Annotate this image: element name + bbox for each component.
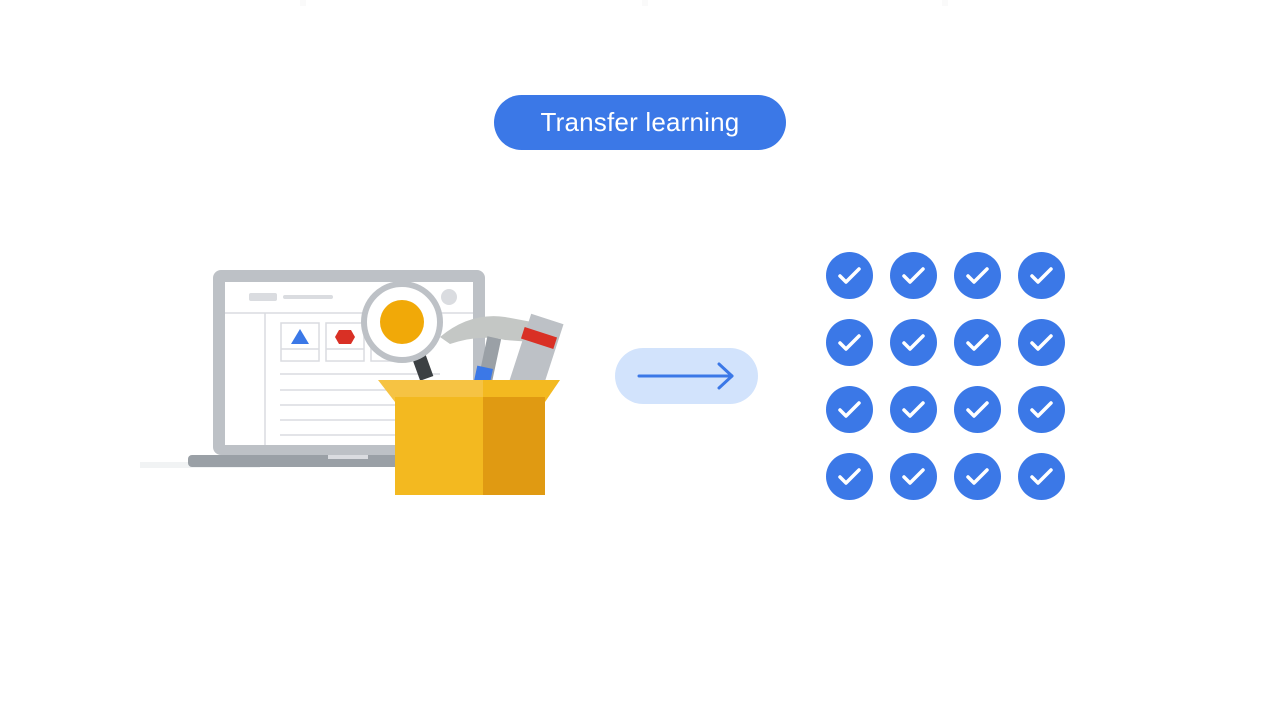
hexagon-icon bbox=[335, 330, 355, 344]
transfer-arrow bbox=[615, 348, 758, 404]
check-circle-icon bbox=[1018, 252, 1065, 299]
check-circle-icon bbox=[826, 386, 873, 433]
laptop-toolbox-illustration bbox=[140, 262, 570, 502]
check-circle-icon bbox=[826, 319, 873, 366]
check-circle-icon bbox=[954, 386, 1001, 433]
title-text: Transfer learning bbox=[540, 107, 740, 137]
box-icon bbox=[378, 380, 560, 495]
check-circle-icon bbox=[954, 252, 1001, 299]
check-grid bbox=[826, 252, 1068, 502]
edge-mark bbox=[300, 0, 306, 6]
check-circle-icon bbox=[890, 319, 937, 366]
check-circle-icon bbox=[826, 453, 873, 500]
check-circle-icon bbox=[1018, 453, 1065, 500]
edge-mark bbox=[642, 0, 648, 6]
check-circle-icon bbox=[954, 453, 1001, 500]
check-circle-icon bbox=[890, 453, 937, 500]
edge-mark bbox=[942, 0, 948, 6]
arrow-right-icon bbox=[637, 362, 734, 390]
check-circle-icon bbox=[954, 319, 1001, 366]
check-circle-icon bbox=[826, 252, 873, 299]
check-circle-icon bbox=[1018, 319, 1065, 366]
check-circle-icon bbox=[1018, 386, 1065, 433]
check-circle-icon bbox=[890, 386, 937, 433]
title-badge: Transfer learning bbox=[494, 95, 786, 150]
check-circle-icon bbox=[890, 252, 937, 299]
